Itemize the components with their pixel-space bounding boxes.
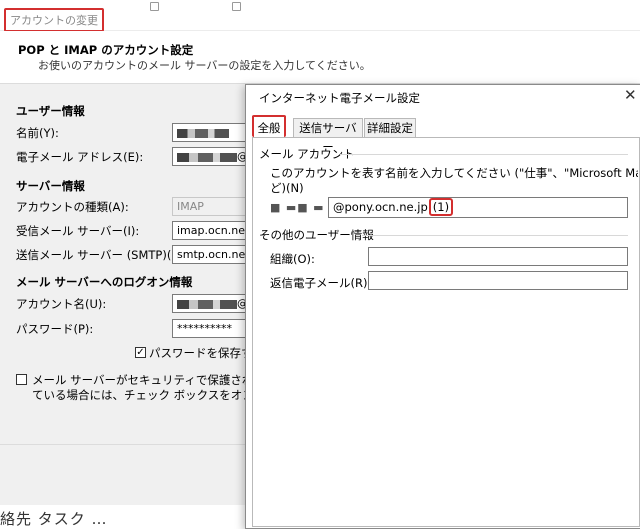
other-user-info-group-label: その他のユーザー情報: [259, 228, 374, 242]
server-info-heading: サーバー情報: [16, 179, 85, 193]
account-type-label: アカウントの種類(A):: [16, 200, 129, 214]
redacted-email: [177, 152, 237, 162]
account-name-field[interactable]: @: [172, 294, 252, 313]
tab-advanced[interactable]: 詳細設定: [364, 118, 416, 137]
tab-panel-general: [252, 137, 640, 527]
account-display-value: @pony.ocn.ne.jp: [333, 200, 428, 214]
account-name-label: アカウント名(U):: [16, 297, 107, 311]
window-title: アカウントの変更: [4, 8, 104, 32]
email-field[interactable]: @: [172, 147, 252, 166]
spa-label-line2: ている場合には、チェック ボックスをオンにしてください(: [32, 388, 246, 402]
group-divider: [340, 154, 628, 155]
close-icon[interactable]: ✕: [624, 86, 637, 104]
group-divider: [362, 235, 628, 236]
organization-label: 組織(O):: [270, 252, 315, 266]
redacted-name: [177, 128, 229, 138]
outgoing-server-field[interactable]: smtp.ocn.ne.: [172, 245, 252, 264]
reply-email-input[interactable]: [368, 271, 628, 290]
save-password-checkbox[interactable]: ✓: [135, 347, 146, 358]
dialog-title: インターネット電子メール設定: [259, 91, 420, 105]
checkbox-icon: [150, 2, 159, 11]
incoming-server-label: 受信メール サーバー(I):: [16, 224, 140, 238]
account-display-suffix: (1): [428, 198, 454, 216]
incoming-server-field[interactable]: imap.ocn.ne.: [172, 221, 252, 240]
reply-email-label: 返信電子メール(R):: [270, 276, 372, 290]
organization-input[interactable]: [368, 247, 628, 266]
logon-info-heading: メール サーバーへのログオン情報: [16, 275, 193, 289]
account-type-field: IMAP: [172, 197, 252, 216]
name-label: 名前(Y):: [16, 126, 59, 140]
password-label: パスワード(P):: [16, 322, 94, 336]
name-field[interactable]: [172, 123, 252, 142]
outlook-nav-text[interactable]: 絡先 タスク …: [0, 508, 108, 529]
account-display-name-input[interactable]: @pony.ocn.ne.jp (1): [328, 197, 628, 218]
tab-general[interactable]: 全般: [252, 115, 286, 137]
mail-account-description-cont: ど)(N): [270, 181, 304, 195]
email-label: 電子メール アドレス(E):: [16, 150, 144, 164]
spa-label-line1: メール サーバーがセキュリティで保護されたパスワード: [32, 373, 246, 387]
redacted-account-prefix: ■ ▬■ ▬: [270, 201, 325, 214]
redacted-account: [177, 299, 237, 309]
mail-account-description: このアカウントを表す名前を入力してください ("仕事"、"Microsoft M…: [270, 166, 638, 180]
user-info-heading: ユーザー情報: [16, 104, 85, 118]
page-subheading: お使いのアカウントのメール サーバーの設定を入力してください。: [38, 59, 371, 72]
tab-outgoing-server[interactable]: 送信サーバー: [293, 118, 363, 154]
outgoing-server-label: 送信メール サーバー (SMTP)(O):: [16, 248, 189, 262]
spa-checkbox[interactable]: [16, 374, 27, 385]
checkbox-icon: [232, 2, 241, 11]
password-field[interactable]: **********: [172, 319, 252, 338]
page-heading: POP と IMAP のアカウント設定: [18, 43, 194, 57]
